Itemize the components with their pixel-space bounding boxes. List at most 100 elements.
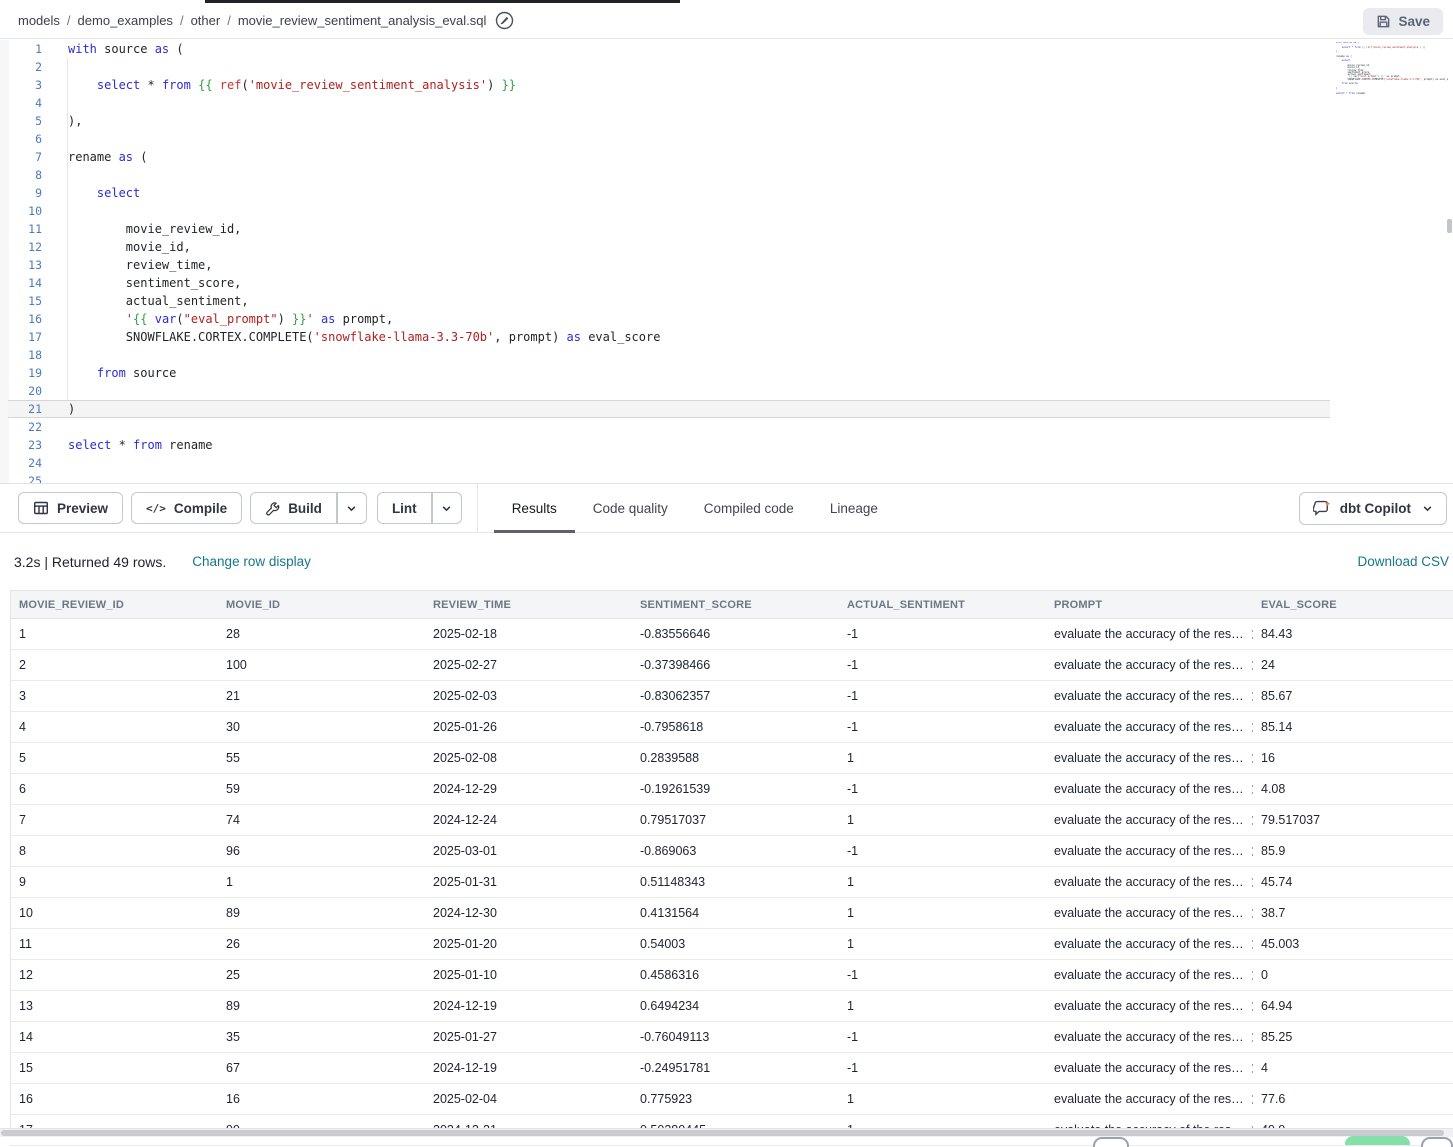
code-line[interactable] <box>68 346 660 364</box>
dbt-ide-screen: models/demo_examples/other/movie_review_… <box>0 0 1453 1145</box>
save-button-label: Save <box>1398 14 1430 29</box>
column-header[interactable]: REVIEW_TIME <box>425 591 632 618</box>
build-dropdown-button[interactable] <box>337 492 367 524</box>
horizontal-scrollbar-thumb[interactable] <box>1 1130 1444 1136</box>
lint-dropdown-button[interactable] <box>432 492 462 524</box>
cell-eval_score: 24 <box>1253 650 1453 680</box>
cell-movie_review_id: 2 <box>11 650 218 680</box>
code-line[interactable] <box>68 472 660 483</box>
table-row[interactable]: 1282025-02-18-0.83556646-1evaluate the a… <box>11 619 1453 650</box>
table-row[interactable]: 4302025-01-26-0.7958618-1evaluate the ac… <box>11 712 1453 743</box>
table-row[interactable]: 12252025-01-100.4586316-1evaluate the ac… <box>11 960 1453 991</box>
cell-movie_review_id: 12 <box>11 960 218 990</box>
line-number: 10 <box>0 202 42 220</box>
build-button[interactable]: Build <box>250 492 337 524</box>
code-line[interactable] <box>68 418 660 436</box>
code-line[interactable]: select * from rename <box>68 436 660 454</box>
line-number: 20 <box>0 382 42 400</box>
column-header[interactable]: ACTUAL_SENTIMENT <box>839 591 1046 618</box>
table-row[interactable]: 5552025-02-080.28395881evaluate the accu… <box>11 743 1453 774</box>
cell-actual_sentiment: -1 <box>839 681 1046 711</box>
table-row[interactable]: 11262025-01-200.540031evaluate the accur… <box>11 929 1453 960</box>
code-line[interactable]: rename as ( <box>68 148 660 166</box>
table-row[interactable]: 13892024-12-190.64942341evaluate the acc… <box>11 991 1453 1022</box>
download-csv-link[interactable]: Download CSV <box>1357 554 1449 569</box>
column-header[interactable]: MOVIE_ID <box>218 591 425 618</box>
editor-minimap[interactable]: with source as ( select * from {{ ref('m… <box>1336 42 1448 102</box>
table-row[interactable]: 16162025-02-040.7759231evaluate the accu… <box>11 1084 1453 1115</box>
cell-movie_id: 21 <box>218 681 425 711</box>
code-editor[interactable]: 1234567891011121314151617181920212223242… <box>0 40 1453 483</box>
column-header[interactable]: EVAL_SCORE <box>1253 591 1453 618</box>
horizontal-scrollbar[interactable] <box>0 1128 1453 1137</box>
dbt-copilot-button[interactable]: dbt Copilot <box>1299 492 1447 525</box>
table-row[interactable]: 14352025-01-27-0.76049113-1evaluate the … <box>11 1022 1453 1053</box>
table-row[interactable]: 10892024-12-300.41315641evaluate the acc… <box>11 898 1453 929</box>
line-number: 17 <box>0 328 42 346</box>
cell-eval_score: 38.7 <box>1253 898 1453 928</box>
editor-scrollbar-thumb[interactable] <box>1447 219 1452 233</box>
breadcrumb-segment[interactable]: movie_review_sentiment_analysis_eval.sql <box>238 13 487 28</box>
tab-code-quality[interactable]: Code quality <box>575 484 686 532</box>
compile-button[interactable]: </> Compile <box>131 492 242 524</box>
code-line[interactable]: with source as ( <box>68 40 660 58</box>
code-line[interactable]: '{{ var("eval_prompt") }}' as prompt, <box>68 310 660 328</box>
prompt-preview-text: evaluate the accuracy of the res… <box>1054 627 1244 641</box>
table-row[interactable]: 21002025-02-27-0.37398466-1evaluate the … <box>11 650 1453 681</box>
table-row[interactable]: 15672024-12-19-0.24951781-1evaluate the … <box>11 1053 1453 1084</box>
code-line[interactable] <box>68 166 660 184</box>
format-file-icon[interactable] <box>495 11 514 30</box>
code-line[interactable]: select <box>68 184 660 202</box>
prompt-preview-text: evaluate the accuracy of the res… <box>1054 1092 1244 1106</box>
tab-lineage[interactable]: Lineage <box>812 484 896 532</box>
code-line[interactable] <box>68 454 660 472</box>
preview-button[interactable]: Preview <box>18 492 123 524</box>
line-number: 7 <box>0 148 42 166</box>
cell-sentiment_score: -0.24951781 <box>632 1053 839 1083</box>
chevron-down-icon <box>1422 503 1433 514</box>
table-row[interactable]: 912025-01-310.511483431evaluate the accu… <box>11 867 1453 898</box>
code-line[interactable]: actual_sentiment, <box>68 292 660 310</box>
breadcrumb-segment[interactable]: models <box>18 13 60 28</box>
code-content[interactable]: with source as ( select * from {{ ref('m… <box>68 40 660 483</box>
code-line[interactable]: select * from {{ ref('movie_review_senti… <box>68 76 660 94</box>
copilot-chat-icon <box>1313 500 1331 517</box>
cell-movie_id: 16 <box>218 1084 425 1114</box>
cell-review_time: 2025-01-26 <box>425 712 632 742</box>
code-line[interactable]: SNOWFLAKE.CORTEX.COMPLETE('snowflake-lla… <box>68 328 660 346</box>
tab-results[interactable]: Results <box>494 484 575 532</box>
code-line[interactable]: from source <box>68 364 660 382</box>
lint-button[interactable]: Lint <box>377 492 432 524</box>
partial-green-button[interactable] <box>1345 1136 1410 1145</box>
code-line[interactable] <box>68 202 660 220</box>
code-line[interactable] <box>68 382 660 400</box>
prompt-preview-text: evaluate the accuracy of the res… <box>1054 1030 1244 1044</box>
table-row[interactable]: 7742024-12-240.795170371evaluate the acc… <box>11 805 1453 836</box>
tab-compiled-code[interactable]: Compiled code <box>686 484 812 532</box>
table-row[interactable]: 6592024-12-29-0.19261539-1evaluate the a… <box>11 774 1453 805</box>
code-line[interactable]: movie_id, <box>68 238 660 256</box>
table-row[interactable]: 8962025-03-01-0.869063-1evaluate the acc… <box>11 836 1453 867</box>
column-header[interactable]: MOVIE_REVIEW_ID <box>11 591 218 618</box>
code-line[interactable] <box>68 94 660 112</box>
column-header[interactable]: PROMPT <box>1046 591 1253 618</box>
partial-button[interactable] <box>1421 1137 1453 1147</box>
breadcrumb-segment[interactable]: demo_examples <box>78 13 173 28</box>
partial-button[interactable] <box>1093 1137 1129 1147</box>
save-button[interactable]: Save <box>1363 8 1443 35</box>
code-line[interactable]: ) <box>68 400 660 418</box>
prompt-preview-text: evaluate the accuracy of the res… <box>1054 844 1244 858</box>
code-line[interactable]: sentiment_score, <box>68 274 660 292</box>
cell-movie_review_id: 15 <box>11 1053 218 1083</box>
breadcrumb-segment[interactable]: other <box>191 13 221 28</box>
cell-prompt: evaluate the accuracy of the res… <box>1046 619 1253 649</box>
code-line[interactable] <box>68 58 660 76</box>
column-header[interactable]: SENTIMENT_SCORE <box>632 591 839 618</box>
line-number: 4 <box>0 94 42 112</box>
table-row[interactable]: 3212025-02-03-0.83062357-1evaluate the a… <box>11 681 1453 712</box>
code-line[interactable]: review_time, <box>68 256 660 274</box>
code-line[interactable]: ), <box>68 112 660 130</box>
change-row-display-link[interactable]: Change row display <box>192 554 311 569</box>
code-line[interactable]: movie_review_id, <box>68 220 660 238</box>
code-line[interactable] <box>68 130 660 148</box>
